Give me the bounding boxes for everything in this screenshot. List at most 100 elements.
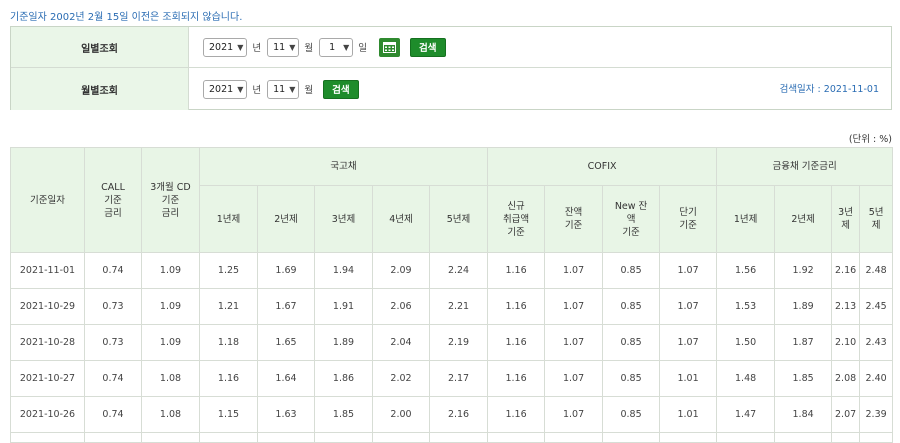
rate-cell: 1.09 [141,252,200,289]
daily-search-button[interactable]: 검색 [410,37,446,57]
daily-day-select[interactable]: 1 ▼ [319,37,354,57]
header-finance-1y: 1년제 [716,185,776,253]
header-treasury: 국고채 [198,147,489,186]
empty-cell [659,432,718,443]
date-cell: 2021-11-01 [10,252,85,289]
monthly-search-button[interactable]: 검색 [323,79,359,99]
rates-table: 기준일자 CALL 기준 금리 3개월 CD 기준 금리 국고채 COFIX 금… [10,147,894,443]
rate-cell: 1.47 [716,396,776,433]
rate-cell: 1.16 [487,396,546,433]
empty-cell [716,432,776,443]
rate-cell: 2.16 [428,396,489,433]
rate-cell: 0.85 [602,360,661,397]
rate-cell: 1.07 [544,252,604,289]
rate-cell: 2.17 [428,360,489,397]
rate-cell: 1.08 [141,360,200,397]
table-row: 2021-11-01 0.74 1.09 1.25 1.69 1.94 2.09 2.24 1.… [10,252,894,289]
rate-cell: 1.89 [314,324,373,361]
header-treasury-1y: 1년제 [199,185,258,253]
rate-cell: 1.86 [314,360,373,397]
header-call: CALL 기준 금리 [84,147,142,253]
header-finance-5y: 5년 제 [859,185,894,253]
rate-cell: 2.40 [859,360,894,397]
rate-cell: 1.53 [716,288,776,325]
rate-cell: 1.01 [659,396,718,433]
empty-cell [257,432,315,443]
empty-cell [141,432,200,443]
chevron-down-icon: ▼ [289,42,296,52]
day-unit: 일 [358,43,368,54]
rate-cell: 1.16 [199,360,258,397]
rate-cell: 2.00 [372,396,430,433]
rate-cell: 1.67 [257,288,315,325]
rate-cell: 2.08 [831,360,861,397]
daily-search-label: 일별조회 [11,27,189,67]
monthly-search-label: 월별조회 [11,68,189,110]
rate-cell: 1.07 [659,288,718,325]
notice-text: 기준일자 2002년 2월 15일 이전은 조회되지 않습니다. [10,12,243,23]
rate-cell: 1.16 [487,324,546,361]
rate-cell: 1.07 [544,324,604,361]
rate-cell: 1.87 [774,324,833,361]
calendar-icon [383,42,397,53]
rate-cell: 1.01 [659,360,718,397]
daily-search-row: 일별조회 2021 ▼ 년 11 ▼ 월 1 ▼ 일 검색 [11,27,891,68]
rate-cell: 0.74 [84,360,142,397]
header-cofix: COFIX [487,147,718,186]
empty-cell [84,432,142,443]
rate-cell: 1.84 [774,396,833,433]
empty-cell [487,432,546,443]
rate-cell: 1.16 [487,288,546,325]
header-cofix-new: 신규 취급액 기준 [487,185,546,253]
header-treasury-4y: 4년제 [372,185,430,253]
rate-cell: 0.74 [84,396,142,433]
chevron-down-icon: ▼ [237,42,244,52]
rate-cell: 2.16 [831,252,861,289]
rate-cell: 1.63 [257,396,315,433]
rate-cell: 1.07 [544,288,604,325]
rate-cell: 0.85 [602,252,661,289]
search-date: 검색일자 : 2021-11-01 [779,84,879,95]
rate-cell: 1.69 [257,252,315,289]
date-cell: 2021-10-27 [10,360,85,397]
rate-cell: 0.85 [602,324,661,361]
table-row [10,432,894,443]
rate-cell: 2.24 [428,252,489,289]
date-cell: 2021-10-26 [10,396,85,433]
header-finance-2y: 2년제 [774,185,833,253]
rate-cell: 2.04 [372,324,430,361]
year-unit: 년 [252,43,262,54]
rate-cell: 2.06 [372,288,430,325]
daily-year-select[interactable]: 2021 ▼ [203,37,248,57]
rate-cell: 1.21 [199,288,258,325]
month-unit: 월 [304,43,314,54]
rate-cell: 1.64 [257,360,315,397]
rate-cell: 2.39 [859,396,894,433]
monthly-search-row: 월별조회 2021 ▼ 년 11 ▼ 월 검색 검색일자 : 2021-11-01 [11,68,891,110]
rate-cell: 1.07 [659,324,718,361]
empty-cell [602,432,661,443]
rate-cell: 2.09 [372,252,430,289]
rate-cell: 0.85 [602,288,661,325]
date-cell: 2021-10-29 [10,288,85,325]
empty-cell [314,432,373,443]
month-unit: 월 [304,85,314,96]
rate-cell: 1.07 [544,360,604,397]
daily-month-select[interactable]: 11 ▼ [267,37,300,57]
monthly-month-select[interactable]: 11 ▼ [267,79,300,99]
rate-cell: 1.08 [141,396,200,433]
rate-cell: 2.02 [372,360,430,397]
calendar-button[interactable] [379,37,401,57]
search-panel: 일별조회 2021 ▼ 년 11 ▼ 월 1 ▼ 일 검색 월별조회 2021 … [10,26,892,110]
rate-cell: 1.15 [199,396,258,433]
header-cd: 3개월 CD 기준 금리 [141,147,200,253]
header-cofix-newbalance: New 잔 액 기준 [602,185,661,253]
header-treasury-3y: 3년제 [314,185,373,253]
rate-cell: 2.45 [859,288,894,325]
header-cofix-short: 단기 기준 [659,185,718,253]
rate-cell: 1.94 [314,252,373,289]
rate-cell: 1.16 [487,252,546,289]
chevron-down-icon: ▼ [237,84,244,94]
monthly-year-select[interactable]: 2021 ▼ [203,79,248,99]
empty-cell [372,432,430,443]
